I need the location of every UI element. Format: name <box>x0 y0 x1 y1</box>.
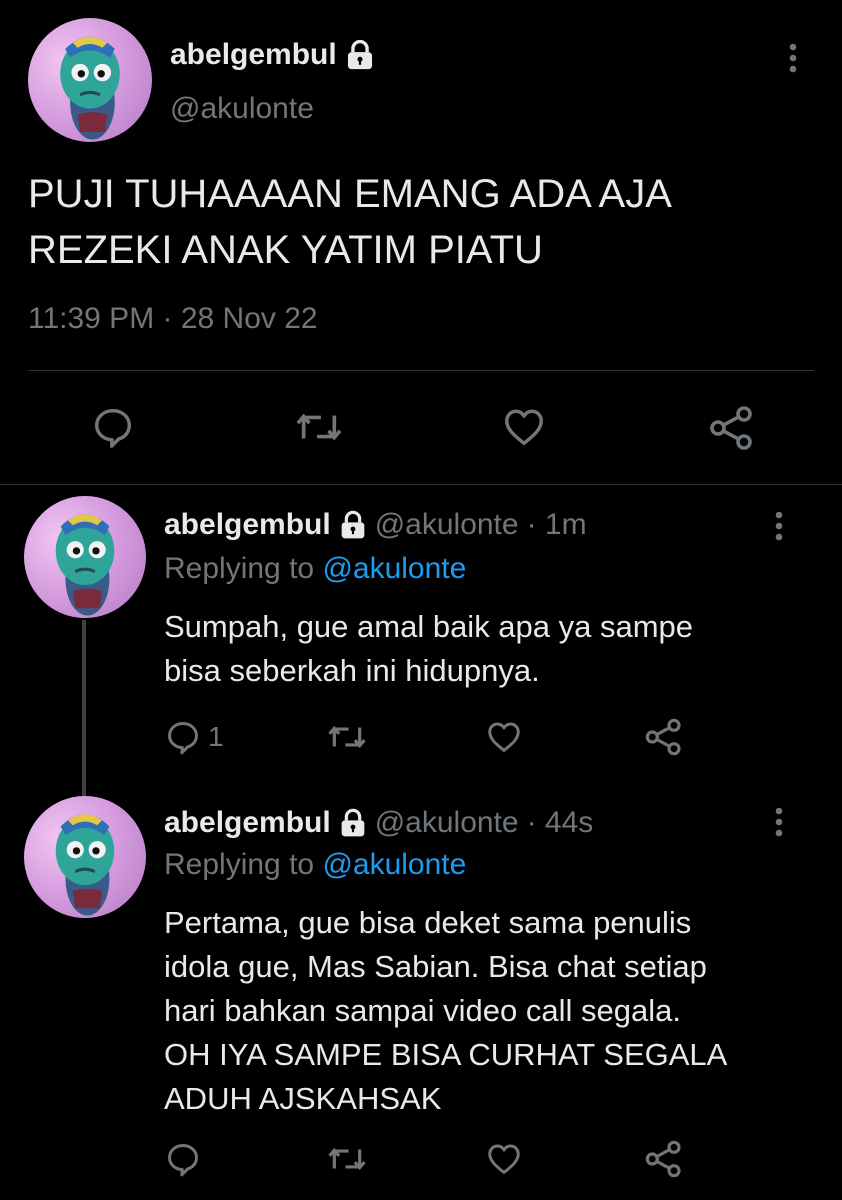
timestamp[interactable]: 11:39 PM · 28 Nov 22 <box>28 302 318 336</box>
tweet-text: PUJI TUHAAAAN EMANG ADA AJA REZEKI ANAK … <box>28 166 672 278</box>
mention-link[interactable]: @akulonte <box>322 848 466 881</box>
reply-text-line: hari bahkan sampai video call segala. <box>164 993 681 1028</box>
tweet-text-line: REZEKI ANAK YATIM PIATU <box>28 228 543 272</box>
more-options-icon[interactable] <box>770 508 788 548</box>
more-options-icon[interactable] <box>784 40 802 80</box>
thread-line <box>82 620 86 796</box>
lock-icon <box>343 38 377 72</box>
handle[interactable]: @akulonte <box>375 508 519 542</box>
lock-icon <box>337 807 369 839</box>
replying-to-label: Replying to <box>164 848 323 881</box>
avatar-image <box>55 514 115 616</box>
share-icon[interactable] <box>708 404 756 452</box>
display-name[interactable]: abelgembul <box>170 38 337 72</box>
relative-time[interactable]: · 44s <box>527 806 594 840</box>
avatar[interactable] <box>28 18 152 142</box>
reply-text-line: Pertama, gue bisa deket sama penulis <box>164 905 692 940</box>
relative-time[interactable]: · 1m <box>527 508 587 542</box>
reply-text-line: bisa seberkah ini hidupnya. <box>164 653 540 688</box>
share-icon[interactable] <box>644 717 684 757</box>
reply-icon[interactable] <box>90 404 136 450</box>
retweet-icon[interactable] <box>294 404 344 450</box>
reply-icon[interactable] <box>164 718 202 756</box>
reply-icon[interactable] <box>164 1140 202 1178</box>
tweet-text-line: PUJI TUHAAAAN EMANG ADA AJA <box>28 172 672 216</box>
mention-link[interactable]: @akulonte <box>322 552 466 585</box>
share-icon[interactable] <box>644 1139 684 1179</box>
reply-text: Sumpah, gue amal baik apa ya sampe bisa … <box>164 605 693 693</box>
more-options-icon[interactable] <box>770 804 788 844</box>
replying-to-label: Replying to <box>164 552 323 585</box>
avatar-image <box>60 36 120 140</box>
reply-text-line: ADUH AJSKAHSAK <box>164 1081 442 1116</box>
lock-icon <box>337 509 369 541</box>
avatar-image <box>55 814 115 916</box>
replying-to: Replying to @akulonte <box>164 552 466 586</box>
like-icon[interactable] <box>484 718 524 756</box>
display-name[interactable]: abelgembul <box>164 508 331 542</box>
reply-action[interactable]: 1 <box>164 718 224 756</box>
avatar[interactable] <box>24 496 146 618</box>
retweet-icon[interactable] <box>326 718 368 756</box>
like-icon[interactable] <box>484 1140 524 1178</box>
display-name[interactable]: abelgembul <box>164 806 331 840</box>
reply-text-line: Sumpah, gue amal baik apa ya sampe <box>164 609 694 644</box>
divider <box>28 370 814 371</box>
avatar[interactable] <box>24 796 146 918</box>
handle[interactable]: @akulonte <box>170 92 314 126</box>
reply-text-line: idola gue, Mas Sabian. Bisa chat setiap <box>164 949 707 984</box>
reply-count: 1 <box>208 721 224 752</box>
retweet-icon[interactable] <box>326 1140 368 1178</box>
section-divider <box>0 484 842 485</box>
reply-text: Pertama, gue bisa deket sama penulis ido… <box>164 901 727 1121</box>
like-icon[interactable] <box>500 404 548 450</box>
handle[interactable]: @akulonte <box>375 806 519 840</box>
replying-to: Replying to @akulonte <box>164 848 466 882</box>
reply-text-line: OH IYA SAMPE BISA CURHAT SEGALA <box>164 1037 728 1072</box>
